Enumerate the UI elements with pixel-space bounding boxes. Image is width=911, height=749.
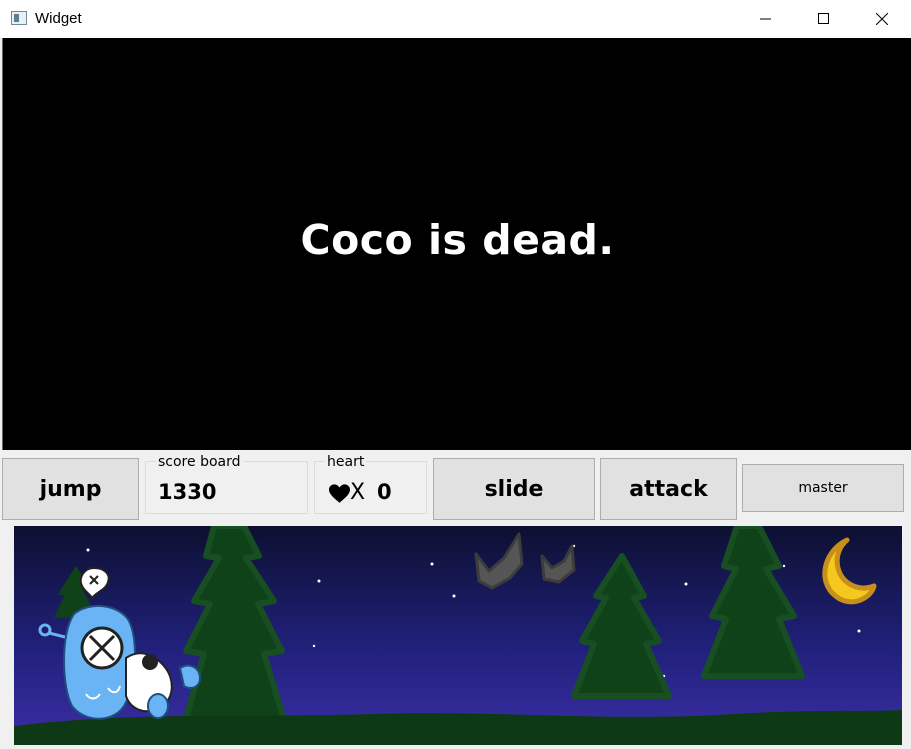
close-button[interactable]: [853, 0, 911, 38]
minimize-button[interactable]: [737, 0, 795, 38]
heart-icon: [329, 484, 350, 503]
maximize-icon: [818, 13, 829, 24]
game-over-message: Coco is dead.: [300, 216, 615, 264]
app-icon: [11, 11, 27, 25]
heart-label: heart: [325, 454, 367, 470]
game-scene: [14, 523, 902, 745]
jump-button[interactable]: jump: [2, 458, 139, 520]
master-button[interactable]: master: [742, 464, 904, 512]
minimize-icon: [760, 18, 771, 20]
attack-button[interactable]: attack: [600, 458, 737, 520]
heart-count: 0: [377, 480, 392, 504]
heart-multiplier: X: [350, 480, 366, 505]
heart-group: heart X 0: [314, 454, 427, 514]
score-value: 1330: [158, 480, 217, 504]
close-icon: [876, 13, 888, 25]
title-bar: Widget: [0, 0, 911, 39]
night-forest-scene: [14, 523, 902, 745]
score-board-label: score board: [156, 454, 243, 470]
game-screen: Coco is dead.: [2, 38, 911, 450]
window-title: Widget: [35, 10, 82, 27]
maximize-button[interactable]: [795, 0, 853, 38]
score-board-group: score board 1330: [145, 454, 308, 514]
slide-button[interactable]: slide: [433, 458, 595, 520]
